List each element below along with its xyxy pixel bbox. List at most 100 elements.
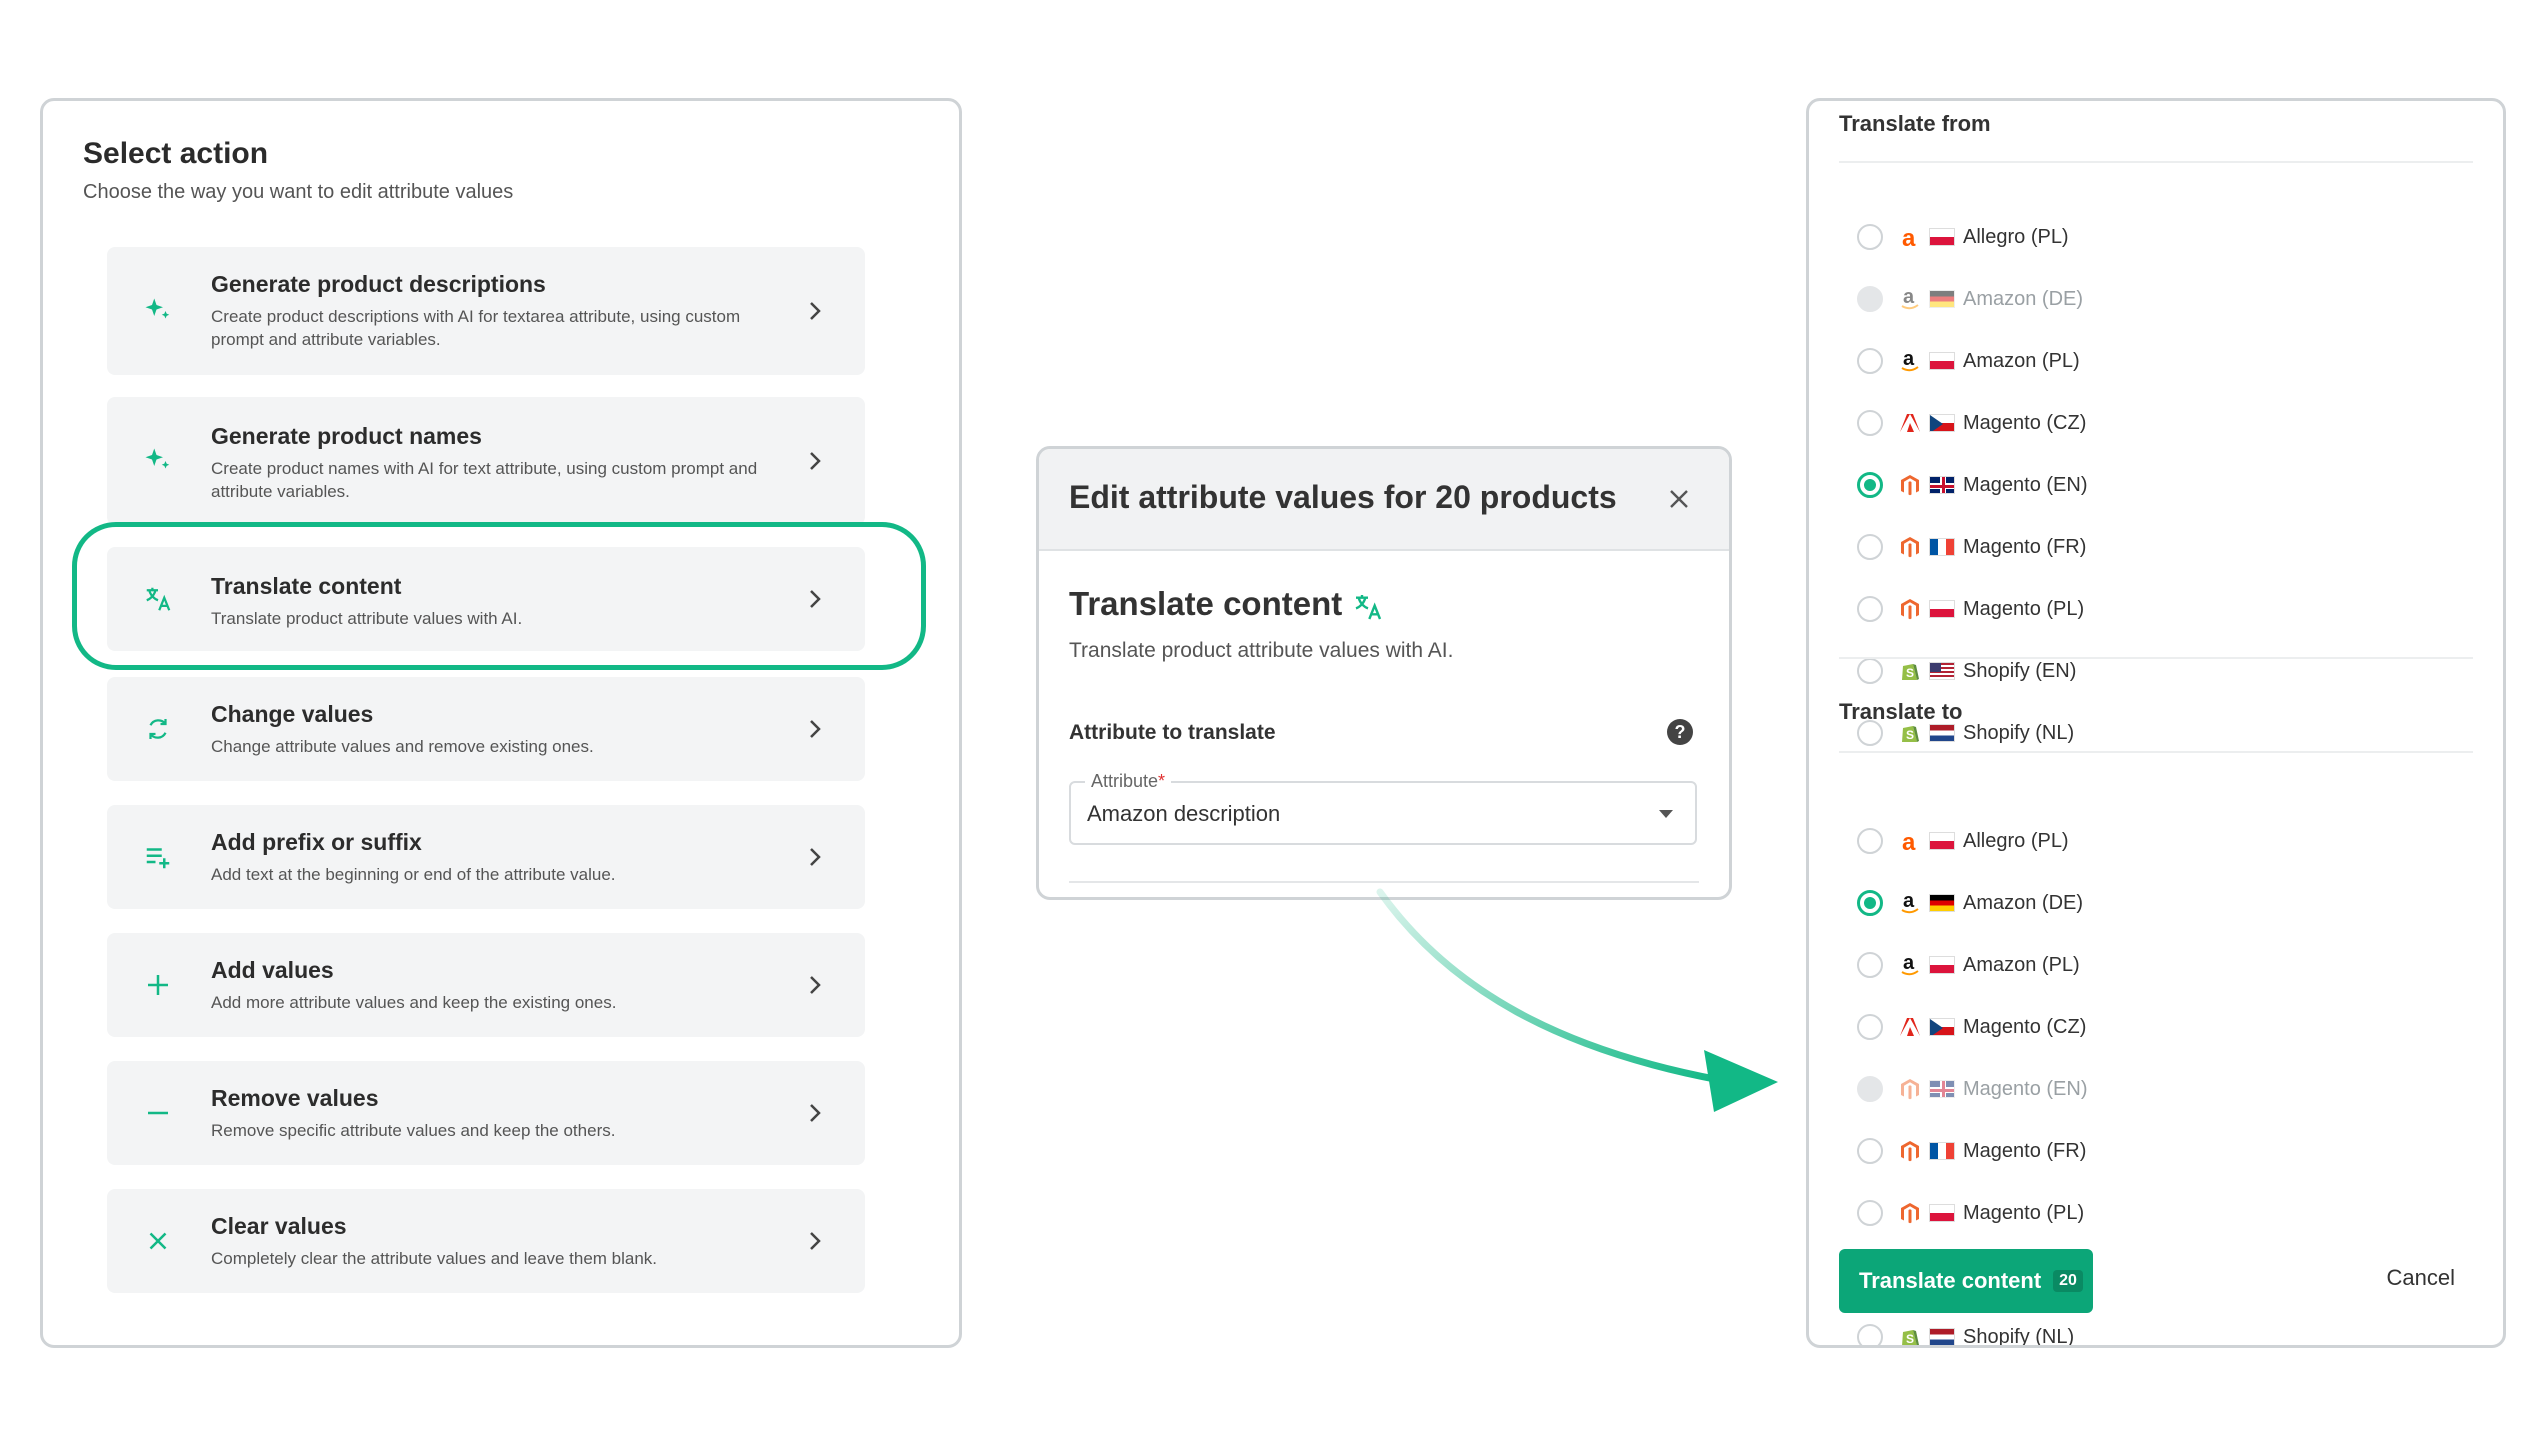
attribute-label: Attribute to translate xyxy=(1069,721,1276,744)
playlist-add-icon xyxy=(146,848,170,869)
translate-content-button[interactable]: Translate content 20 xyxy=(1839,1249,2093,1313)
action-title: Generate product descriptions xyxy=(211,271,546,297)
translate-panel: Translate from a Allegro (PL) a Amazon (DE)… xyxy=(1806,98,2506,1348)
required-marker: * xyxy=(1158,771,1166,791)
option-to-shopify-nl[interactable]: S Shopify (NL) xyxy=(1857,1319,2075,1348)
select-legend: Attribute* xyxy=(1085,771,1172,792)
action-remove-values[interactable]: Remove values Remove specific attribute … xyxy=(107,1061,865,1165)
radio-button[interactable] xyxy=(1857,658,1883,684)
option-label: Magento (PL) xyxy=(1963,1201,2085,1224)
chevron-right-icon xyxy=(810,1104,821,1122)
translate-icon xyxy=(1355,595,1382,620)
radio-button[interactable] xyxy=(1857,1014,1883,1040)
option-label: Amazon (DE) xyxy=(1963,891,2084,914)
help-icon[interactable]: ? xyxy=(1667,719,1693,745)
shopify-logo-icon: S xyxy=(1897,658,1923,684)
chevron-right-icon xyxy=(810,452,821,470)
magento-logo-icon xyxy=(1897,1076,1923,1102)
action-change-values[interactable]: Change values Change attribute values an… xyxy=(107,677,865,781)
option-label: Amazon (PL) xyxy=(1963,953,2080,976)
arrow-connector xyxy=(1376,888,1778,1112)
radio-button xyxy=(1857,286,1883,312)
divider xyxy=(1839,161,2473,163)
option-from-amazon-de: a Amazon (DE) xyxy=(1857,281,2083,317)
adobe-logo-icon xyxy=(1897,410,1923,436)
radio-button[interactable] xyxy=(1857,410,1883,436)
sparkle-icon xyxy=(145,298,170,319)
option-label: Shopify (NL) xyxy=(1963,721,2075,744)
refresh-icon xyxy=(149,719,167,739)
flag-nl-icon xyxy=(1929,724,1955,742)
action-clear-values[interactable]: Clear values Completely clear the attrib… xyxy=(107,1189,865,1293)
action-title: Remove values xyxy=(211,1085,379,1111)
allegro-logo-icon: a xyxy=(1897,224,1923,250)
divider xyxy=(1839,657,2473,659)
option-to-allegro-pl[interactable]: a Allegro (PL) xyxy=(1857,823,2069,859)
select-action-panel: Select action Choose the way you want to… xyxy=(40,98,962,1348)
option-to-magento-cz[interactable]: Magento (CZ) xyxy=(1857,1009,2086,1045)
amazon-logo-icon: a xyxy=(1897,286,1923,312)
action-generate-descriptions[interactable]: Generate product descriptions Create pro… xyxy=(107,247,865,375)
magento-logo-icon xyxy=(1897,1200,1923,1226)
option-from-amazon-pl[interactable]: a Amazon (PL) xyxy=(1857,343,2080,379)
amazon-logo-icon: a xyxy=(1897,952,1923,978)
action-add-prefix-suffix[interactable]: Add prefix or suffix Add text at the beg… xyxy=(107,805,865,909)
option-to-amazon-de[interactable]: a Amazon (DE) xyxy=(1857,885,2083,921)
action-description: Remove specific attribute values and kee… xyxy=(211,1121,616,1140)
sparkle-icon xyxy=(145,448,170,469)
action-add-values[interactable]: Add values Add more attribute values and… xyxy=(107,933,865,1037)
option-from-magento-pl[interactable]: Magento (PL) xyxy=(1857,591,2084,627)
action-description: Add text at the beginning or end of the … xyxy=(211,865,616,884)
option-label: Shopify (NL) xyxy=(1963,1325,2075,1348)
radio-button xyxy=(1857,1076,1883,1102)
svg-text:S: S xyxy=(1906,1332,1914,1346)
radio-button[interactable] xyxy=(1857,1138,1883,1164)
attribute-select[interactable]: Attribute* Amazon description xyxy=(1069,771,1697,845)
radio-button[interactable] xyxy=(1857,224,1883,250)
divider xyxy=(1839,751,2473,753)
flag-de-icon xyxy=(1929,290,1955,308)
radio-button[interactable] xyxy=(1857,472,1883,498)
option-to-magento-pl[interactable]: Magento (PL) xyxy=(1857,1195,2084,1231)
svg-text:a: a xyxy=(1903,891,1915,912)
flag-gb-icon xyxy=(1929,476,1955,494)
radio-button[interactable] xyxy=(1857,1200,1883,1226)
flag-us-icon xyxy=(1929,662,1955,680)
radio-button[interactable] xyxy=(1857,534,1883,560)
edit-attribute-dialog: Edit attribute values for 20 products Tr… xyxy=(1036,446,1732,900)
dialog-header: Edit attribute values for 20 products xyxy=(1039,449,1729,551)
radio-button[interactable] xyxy=(1857,828,1883,854)
option-from-allegro-pl[interactable]: a Allegro (PL) xyxy=(1857,219,2069,255)
chevron-right-icon xyxy=(810,848,821,866)
radio-button[interactable] xyxy=(1857,1324,1883,1345)
highlight-ring xyxy=(72,522,926,670)
radio-button[interactable] xyxy=(1857,890,1883,916)
radio-button[interactable] xyxy=(1857,596,1883,622)
option-label: Magento (FR) xyxy=(1963,1139,2087,1162)
cancel-button[interactable]: Cancel xyxy=(2387,1265,2455,1291)
option-label: Magento (PL) xyxy=(1963,597,2085,620)
action-title: Generate product names xyxy=(211,423,482,449)
flag-fr-icon xyxy=(1929,538,1955,556)
magento-logo-icon xyxy=(1897,472,1923,498)
svg-text:a: a xyxy=(1903,953,1915,974)
action-generate-names[interactable]: Generate product names Create product na… xyxy=(107,397,865,525)
shopify-logo-icon: S xyxy=(1897,1324,1923,1346)
option-to-amazon-pl[interactable]: a Amazon (PL) xyxy=(1857,947,2080,983)
option-from-magento-cz[interactable]: Magento (CZ) xyxy=(1857,405,2086,441)
magento-logo-icon xyxy=(1897,534,1923,560)
close-icon[interactable] xyxy=(1667,487,1691,511)
radio-button[interactable] xyxy=(1857,348,1883,374)
plus-icon xyxy=(148,975,168,995)
option-to-magento-fr[interactable]: Magento (FR) xyxy=(1857,1133,2086,1169)
radio-button[interactable] xyxy=(1857,952,1883,978)
option-from-magento-en[interactable]: Magento (EN) xyxy=(1857,467,2088,503)
option-from-magento-fr[interactable]: Magento (FR) xyxy=(1857,529,2086,565)
action-title: Change values xyxy=(211,701,374,727)
magento-logo-icon xyxy=(1897,596,1923,622)
option-label: Magento (FR) xyxy=(1963,535,2087,558)
action-title: Add prefix or suffix xyxy=(211,829,422,855)
action-description: Add more attribute values and keep the e… xyxy=(211,993,617,1012)
allegro-logo-icon: a xyxy=(1897,828,1923,854)
flag-cz-icon xyxy=(1929,1018,1955,1036)
